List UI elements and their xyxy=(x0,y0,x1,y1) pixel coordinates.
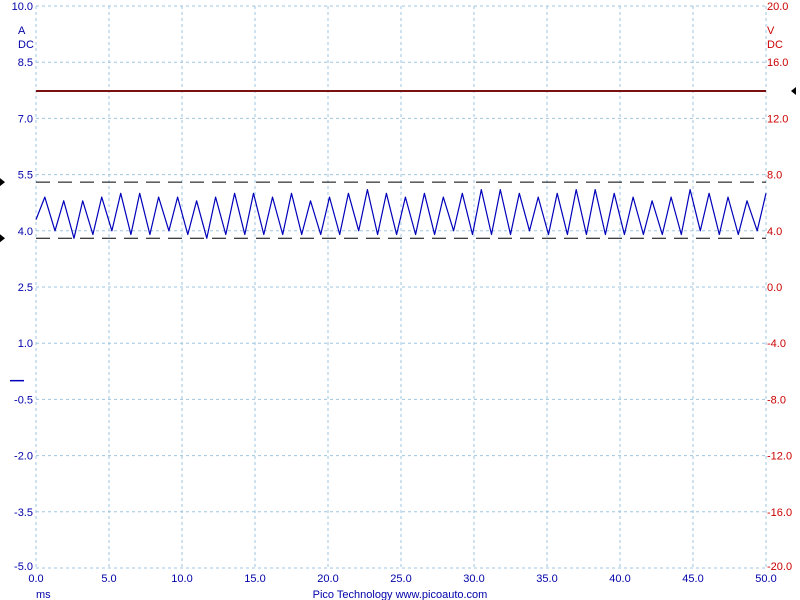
x-tick-label: 15.0 xyxy=(244,573,265,585)
right-tick-label: 0.0 xyxy=(767,282,782,294)
right-tick-label: -20.0 xyxy=(767,561,792,573)
right-axis-unit: V xyxy=(767,25,775,37)
left-tick-label: 4.0 xyxy=(18,226,33,238)
x-tick-label: 10.0 xyxy=(171,573,192,585)
x-tick-label: 5.0 xyxy=(101,573,116,585)
right-tick-label: -8.0 xyxy=(767,394,786,406)
footer-text: Pico Technology www.picoauto.com xyxy=(313,589,488,600)
left-tick-label: -0.5 xyxy=(14,394,33,406)
right-axis-coupling: DC xyxy=(767,39,783,51)
x-tick-label: 20.0 xyxy=(317,573,338,585)
left-axis-coupling: DC xyxy=(18,39,34,51)
left-tick-label: -2.0 xyxy=(14,451,33,463)
right-tick-label: 20.0 xyxy=(767,1,788,13)
x-tick-label: 50.0 xyxy=(755,573,776,585)
left-tick-label: -3.5 xyxy=(14,507,33,519)
left-tick-label: 5.5 xyxy=(18,170,33,182)
oscilloscope-chart: A DC 10.0 8.5 7.0 5.5 4.0 2.5 1.0 -0.5 -2.0 -3.5 -… xyxy=(0,0,800,600)
x-tick-label: 35.0 xyxy=(536,573,557,585)
right-tick-label: 8.0 xyxy=(767,170,782,182)
x-tick-label: 0.0 xyxy=(28,573,43,585)
left-tick-label: 7.0 xyxy=(18,113,33,125)
left-tick-label: 1.0 xyxy=(18,338,33,350)
right-tick-label: -12.0 xyxy=(767,451,792,463)
left-tick-label: 2.5 xyxy=(18,282,33,294)
right-tick-label: 4.0 xyxy=(767,226,782,238)
x-tick-label: 30.0 xyxy=(463,573,484,585)
x-tick-label: 45.0 xyxy=(682,573,703,585)
x-tick-label: 25.0 xyxy=(390,573,411,585)
x-tick-label: 40.0 xyxy=(609,573,630,585)
left-tick-label: 10.0 xyxy=(12,1,33,13)
right-tick-label: 12.0 xyxy=(767,113,788,125)
left-axis-unit: A xyxy=(18,25,26,37)
right-tick-label: 16.0 xyxy=(767,57,788,69)
left-tick-label: 8.5 xyxy=(18,57,33,69)
right-tick-label: -16.0 xyxy=(767,507,792,519)
x-axis-unit: ms xyxy=(36,589,51,600)
left-tick-label: -5.0 xyxy=(14,561,33,573)
right-tick-label: -4.0 xyxy=(767,338,786,350)
